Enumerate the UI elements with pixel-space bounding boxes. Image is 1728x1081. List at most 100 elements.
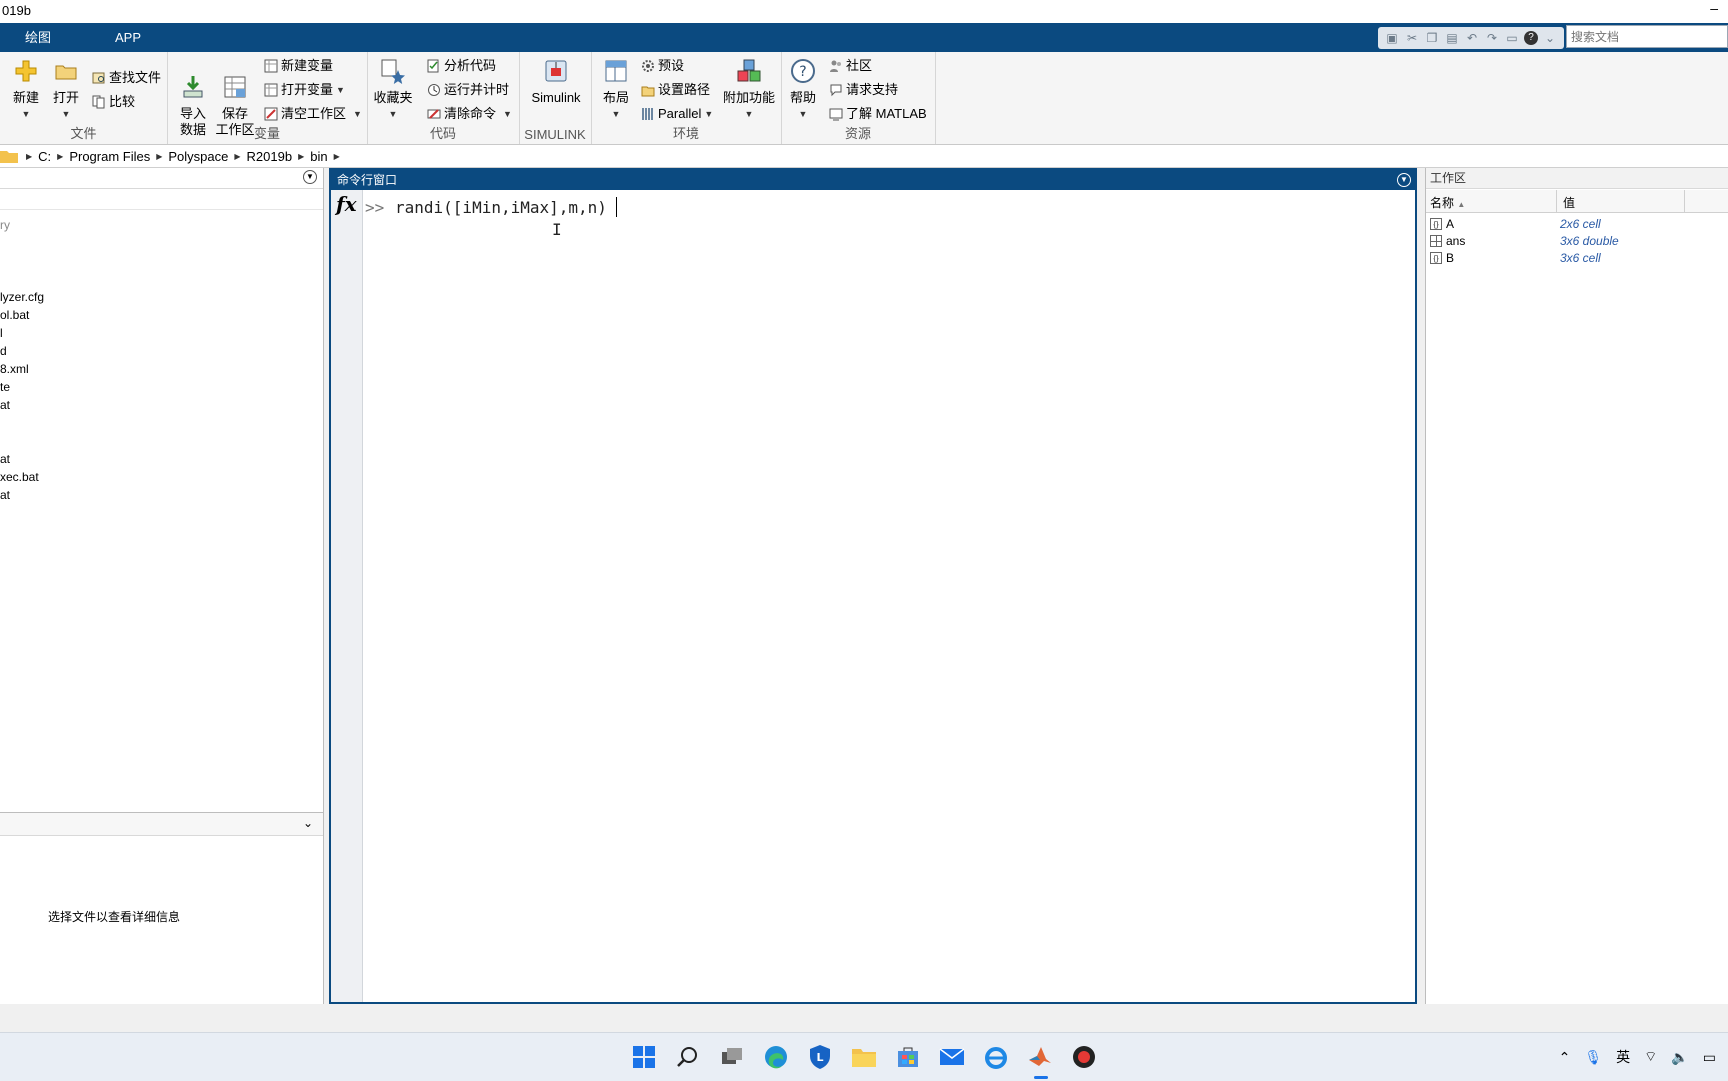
mail-button[interactable] (938, 1043, 966, 1071)
file-item[interactable] (0, 234, 320, 252)
file-item[interactable]: xec.bat (0, 468, 320, 486)
clear-commands-button[interactable]: 清除命令 ▼ (427, 104, 512, 124)
security-button[interactable]: L (806, 1043, 834, 1071)
title-bar: 019b – (0, 0, 1728, 23)
breadcrumb-r2019b[interactable]: R2019b (241, 149, 299, 164)
simulink-button[interactable]: Simulink (529, 58, 583, 106)
tab-plots[interactable]: 绘图 (15, 23, 61, 52)
help-icon[interactable]: ? (1524, 31, 1538, 45)
chevron-down-icon[interactable]: ⌄ (303, 816, 313, 830)
address-bar[interactable]: ▶ C: ▶ Program Files ▶ Polyspace ▶ R2019… (0, 145, 1728, 168)
function-browser-icon[interactable]: fx (336, 192, 357, 216)
ie-button[interactable] (982, 1043, 1010, 1071)
edge-button[interactable] (762, 1043, 790, 1071)
help-button[interactable]: ? 帮助 ▼ (785, 58, 821, 122)
start-button[interactable] (630, 1043, 658, 1071)
switch-windows-icon[interactable]: ▭ (1504, 30, 1520, 46)
breadcrumb-polyspace[interactable]: Polyspace (162, 149, 234, 164)
task-view-button[interactable] (718, 1043, 746, 1071)
file-item[interactable] (0, 432, 320, 450)
breadcrumb-bin[interactable]: bin (304, 149, 333, 164)
file-item[interactable]: ry (0, 216, 320, 234)
microphone-icon[interactable]: 🎙 (1584, 1049, 1602, 1066)
find-files-button[interactable]: 查找文件 (92, 68, 161, 88)
chevron-down-icon[interactable]: ⌄ (1542, 30, 1558, 46)
column-value-header[interactable]: 值 (1563, 194, 1575, 211)
new-variable-button[interactable]: 新建变量 (264, 56, 333, 76)
favorites-button[interactable]: 收藏夹 ▼ (373, 58, 413, 122)
save-icon[interactable]: ▣ (1384, 30, 1400, 46)
layout-button[interactable]: 布局 ▼ (599, 58, 633, 122)
file-item[interactable]: at (0, 486, 320, 504)
learn-matlab-icon (829, 108, 843, 121)
file-item[interactable]: l (0, 324, 320, 342)
community-button[interactable]: 社区 (829, 56, 872, 76)
details-header[interactable]: ⌄ (0, 812, 323, 836)
store-icon (898, 1047, 918, 1067)
column-name-header[interactable]: 名称 ▲ (1430, 194, 1465, 211)
learn-matlab-button[interactable]: 了解 MATLAB (829, 104, 927, 124)
new-button[interactable]: 新建 ▼ (8, 58, 44, 122)
store-button[interactable] (894, 1043, 922, 1071)
wifi-icon[interactable]: ⌔ (1644, 1048, 1657, 1066)
breadcrumb-c[interactable]: C: (32, 149, 57, 164)
file-item[interactable] (0, 414, 320, 432)
redo-icon[interactable]: ↷ (1484, 30, 1500, 46)
file-item[interactable]: d (0, 342, 320, 360)
file-item[interactable]: ol.bat (0, 306, 320, 324)
clear-workspace-button[interactable]: 清空工作区 ▼ (264, 104, 362, 124)
undo-icon[interactable]: ↶ (1464, 30, 1480, 46)
favorites-star-icon (381, 59, 405, 84)
run-and-time-label: 运行并计时 (444, 82, 510, 97)
chevron-up-icon[interactable]: ⌃ (1559, 1049, 1571, 1066)
windows-logo-icon (633, 1046, 655, 1068)
recorder-button[interactable] (1070, 1043, 1098, 1071)
group-simulink-label: SIMULINK (524, 127, 586, 142)
run-and-time-button[interactable]: 运行并计时 (427, 80, 509, 100)
file-item[interactable] (0, 252, 320, 270)
system-tray: ⌃ 🎙 英 ⌔ 🔈 ▭ (1559, 1033, 1728, 1081)
command-input[interactable]: randi([iMin,iMax],m,n) (395, 198, 607, 217)
learn-matlab-label: 了解 MATLAB (846, 106, 927, 121)
command-window[interactable]: 命令行窗口 ▼ fx >> randi([iMin,iMax],m,n) (329, 168, 1417, 1004)
file-item[interactable]: lyzer.cfg (0, 288, 320, 306)
mouse-ibeam-cursor-icon: I (552, 220, 562, 239)
paste-icon[interactable]: ▤ (1444, 30, 1460, 46)
file-item[interactable]: te (0, 378, 320, 396)
column-header (0, 189, 323, 210)
panel-menu-icon[interactable]: ▼ (1397, 173, 1411, 187)
search-input[interactable] (1567, 26, 1723, 48)
ime-indicator[interactable]: 英 (1616, 1047, 1630, 1067)
analyze-code-button[interactable]: 分析代码 (427, 56, 496, 76)
search-docs[interactable] (1566, 25, 1728, 48)
request-support-button[interactable]: 请求支持 (829, 80, 898, 100)
workspace-row[interactable]: {} B 3x6 cell (1426, 250, 1728, 267)
text-caret (616, 197, 617, 217)
open-variable-button[interactable]: 打开变量 ▼ (264, 80, 345, 100)
file-item[interactable]: 8.xml (0, 360, 320, 378)
file-item[interactable]: at (0, 450, 320, 468)
file-item[interactable] (0, 270, 320, 288)
set-path-button[interactable]: 设置路径 (641, 80, 710, 100)
copy-icon[interactable]: ❐ (1424, 30, 1440, 46)
panel-menu-icon[interactable]: ▼ (303, 170, 317, 184)
file-explorer-button[interactable] (850, 1043, 878, 1071)
cut-icon[interactable]: ✂ (1404, 30, 1420, 46)
workspace-panel: 工作区 名称 ▲ 值 {} A 2x6 cell ans 3x6 double … (1425, 168, 1728, 1004)
breadcrumb-program-files[interactable]: Program Files (63, 149, 156, 164)
battery-icon[interactable]: ▭ (1703, 1049, 1716, 1066)
workspace-row[interactable]: {} A 2x6 cell (1426, 216, 1728, 233)
open-button[interactable]: 打开 ▼ (48, 58, 84, 122)
tab-apps[interactable]: APP (105, 23, 151, 52)
workspace-row[interactable]: ans 3x6 double (1426, 233, 1728, 250)
matlab-button[interactable] (1026, 1043, 1054, 1071)
parallel-button[interactable]: Parallel ▼ (641, 104, 713, 124)
file-item[interactable]: at (0, 396, 320, 414)
compare-button[interactable]: 比较 (92, 92, 135, 112)
search-button[interactable] (674, 1043, 702, 1071)
group-file: 新建 ▼ 打开 ▼ 查找文件 比较 文件 (0, 52, 168, 144)
minimize-button[interactable]: – (1710, 0, 1718, 16)
preferences-button[interactable]: 预设 (641, 56, 684, 76)
addons-button[interactable]: 附加功能 ▼ (721, 58, 777, 122)
volume-icon[interactable]: 🔈 (1671, 1049, 1688, 1066)
